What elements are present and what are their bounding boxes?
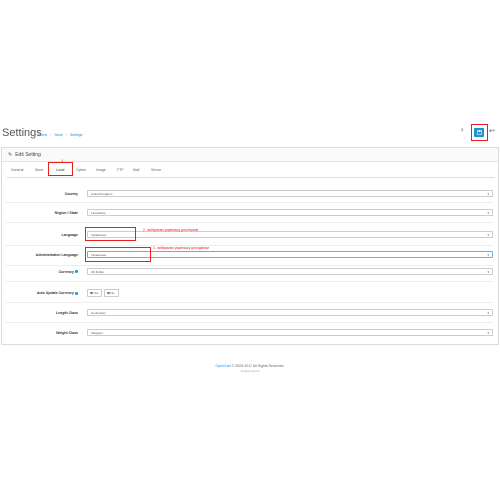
footer-copyright: OpenCart © 2009-2017 All Rights Reserved… — [0, 364, 500, 368]
weight-class-value: Kilogram — [91, 331, 103, 335]
radio-selected-icon — [90, 291, 93, 295]
tab-store[interactable]: Store — [35, 168, 43, 172]
chevron-down-icon: ▾ — [487, 253, 489, 257]
currency-label: Currency — [59, 270, 78, 274]
language-select[interactable]: Українська ▾ — [87, 231, 493, 238]
tab-image[interactable]: Image — [96, 168, 106, 172]
tab-mail[interactable]: Mail — [133, 168, 139, 172]
chevron-down-icon: ▾ — [487, 311, 489, 315]
divider — [5, 302, 493, 303]
length-class-select[interactable]: Centimeter ▾ — [87, 309, 493, 316]
auto-update-yes-radio[interactable]: Yes — [87, 289, 102, 297]
chevron-down-icon: ▾ — [487, 270, 489, 274]
annotation-marker-3: 3 — [461, 127, 464, 132]
annotation-note-3: 3 - вибираємо українську для адмінки — [153, 246, 209, 250]
region-select[interactable]: Lancashire ▾ — [87, 209, 493, 216]
weight-class-select[interactable]: Kilogram ▾ — [87, 329, 493, 336]
admin-language-highlight — [85, 247, 151, 262]
settings-tabs: General Store Local Option Image FTP Mai… — [7, 167, 495, 178]
footer-copyright-text: © 2009-2017 All Rights Reserved. — [231, 364, 285, 368]
country-value: United Kingdom — [91, 192, 113, 196]
save-icon — [476, 130, 482, 135]
country-label: Country — [64, 191, 78, 196]
auto-update-yes-label: Yes — [93, 291, 99, 295]
chevron-down-icon: ▾ — [487, 211, 489, 215]
auto-update-no-label: No — [110, 291, 115, 295]
length-class-value: Centimeter — [91, 311, 106, 315]
breadcrumb-separator: / — [65, 133, 67, 137]
reply-icon: ↩ — [489, 128, 495, 135]
country-select[interactable]: United Kingdom ▾ — [87, 190, 493, 197]
tab-general[interactable]: General — [11, 168, 23, 172]
annotation-note-2: 2 - вибираємо українську для вітрини — [143, 228, 199, 232]
breadcrumb-separator: / — [50, 133, 52, 137]
breadcrumb: Home / Store / Settings — [38, 133, 82, 137]
language-label: Language — [61, 232, 78, 237]
divider — [5, 245, 493, 246]
divider — [5, 265, 493, 266]
footer-version: Version 3.0.2.0 — [240, 369, 260, 373]
save-button-highlight — [471, 124, 488, 141]
pencil-icon: ✎ — [8, 151, 13, 158]
save-button[interactable] — [474, 128, 484, 137]
panel-heading-text: Edit Setting — [15, 151, 41, 158]
page-title: Settings — [2, 127, 42, 139]
region-value: Lancashire — [91, 211, 106, 215]
chevron-down-icon: ▾ — [487, 192, 489, 196]
currency-label-text: Currency — [58, 269, 74, 274]
divider — [5, 202, 493, 203]
tab-ftp[interactable]: FTP — [117, 168, 124, 172]
tab-server[interactable]: Server — [151, 168, 161, 172]
footer-brand-link[interactable]: OpenCart — [216, 364, 231, 368]
auto-update-currency-label-text: Auto Update Currency — [36, 291, 74, 295]
annotation-marker-1: 1 — [61, 158, 64, 163]
divider — [5, 222, 493, 223]
breadcrumb-home[interactable]: Home — [38, 133, 47, 137]
divider — [5, 281, 493, 282]
chevron-down-icon: ▾ — [487, 233, 489, 237]
tab-local-highlight — [48, 162, 73, 176]
currency-value: US Dollar — [91, 270, 104, 274]
help-icon[interactable] — [75, 270, 78, 274]
language-highlight — [85, 227, 136, 241]
currency-select[interactable]: US Dollar ▾ — [87, 268, 493, 275]
auto-update-no-radio[interactable]: No — [104, 289, 119, 297]
chevron-down-icon: ▾ — [487, 331, 489, 335]
breadcrumb-settings[interactable]: Settings — [70, 133, 83, 137]
admin-language-label: Administration Language — [35, 252, 78, 257]
divider — [5, 322, 493, 323]
back-button[interactable]: ↩ — [489, 127, 495, 135]
breadcrumb-store[interactable]: Store — [54, 133, 62, 137]
panel-heading: ✎ Edit Setting — [2, 148, 498, 162]
region-label: Region / State — [54, 210, 78, 215]
weight-class-label: Weight Class — [56, 330, 78, 335]
auto-update-currency-label: Auto Update Currency — [37, 291, 78, 295]
radio-unselected-icon — [107, 291, 110, 295]
help-icon[interactable] — [75, 291, 78, 295]
tab-option[interactable]: Option — [76, 168, 86, 172]
length-class-label: Length Class — [56, 310, 78, 315]
auto-update-currency-radio-group: Yes No — [87, 289, 119, 297]
